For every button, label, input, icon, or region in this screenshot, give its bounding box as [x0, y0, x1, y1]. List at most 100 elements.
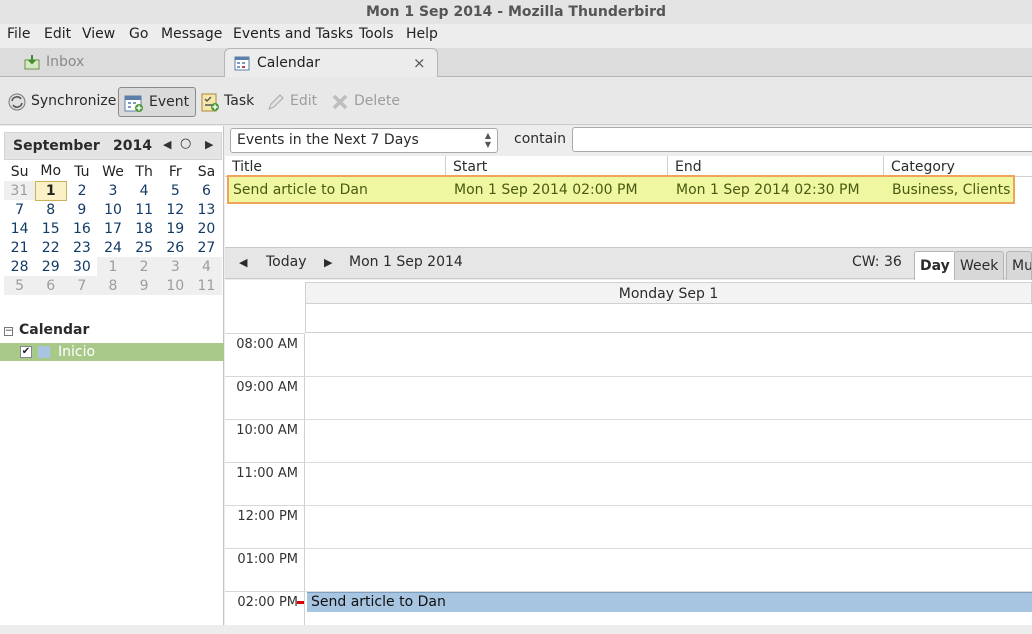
menu-help[interactable]: Help — [406, 26, 438, 42]
calendar-color-swatch — [38, 346, 50, 358]
menu-file[interactable]: File — [7, 26, 30, 42]
weekday-label: Su — [10, 163, 29, 180]
previous-day-icon[interactable]: ◀ — [239, 256, 247, 269]
event-block[interactable]: Send article to Dan — [307, 592, 1032, 612]
next-month-icon[interactable]: ▶ — [205, 138, 213, 151]
event-row-selected[interactable]: Send article to Dan Mon 1 Sep 2014 02:00… — [227, 175, 1015, 204]
calendar-list-item[interactable]: ✔ Inicio — [0, 343, 224, 361]
day-cell[interactable]: 15 — [35, 219, 66, 238]
day-cell[interactable]: 23 — [66, 238, 97, 257]
day-cell[interactable]: 10 — [97, 200, 128, 219]
menu-view[interactable]: View — [82, 26, 115, 42]
time-column: 08:00 AM 09:00 AM 10:00 AM 11:00 AM 12:0… — [225, 333, 305, 625]
day-cell[interactable]: 11 — [190, 276, 222, 295]
tab-week-view[interactable]: Week — [954, 251, 1005, 280]
all-day-area[interactable] — [305, 304, 1032, 333]
calendar-list-header: Calendar — [19, 322, 90, 338]
column-title[interactable]: Title — [225, 156, 446, 177]
day-cell[interactable]: 7 — [4, 200, 35, 219]
tab-calendar-label: Calendar — [257, 55, 320, 71]
day-cell[interactable]: 9 — [66, 200, 97, 219]
day-navigation-bar: ◀ Today ▶ Mon 1 Sep 2014 CW: 36 Day Week… — [225, 247, 1032, 280]
day-cell[interactable]: 11 — [129, 200, 160, 219]
day-cell[interactable]: 12 — [160, 200, 191, 219]
day-cell[interactable]: 7 — [66, 276, 98, 295]
event-filter-dropdown[interactable]: Events in the Next 7 Days ▲ ▼ — [230, 128, 498, 153]
day-cell[interactable]: 29 — [35, 257, 66, 276]
day-cell[interactable]: 25 — [129, 238, 160, 257]
day-cell[interactable]: 2 — [66, 181, 97, 200]
close-tab-icon[interactable]: × — [413, 49, 426, 77]
menu-tools[interactable]: Tools — [359, 26, 394, 42]
event-start: Mon 1 Sep 2014 02:00 PM — [454, 182, 638, 198]
day-cell[interactable]: 4 — [129, 181, 160, 200]
today-button[interactable]: Today — [266, 254, 307, 270]
day-cell[interactable]: 8 — [35, 200, 66, 219]
hour-label: 11:00 AM — [225, 462, 305, 505]
synchronize-button[interactable]: Synchronize — [7, 87, 116, 117]
day-cell[interactable]: 8 — [97, 276, 129, 295]
previous-month-icon[interactable]: ◀ — [163, 138, 171, 151]
event-search-input[interactable] — [572, 127, 1032, 152]
next-day-icon[interactable]: ▶ — [324, 256, 332, 269]
tab-day-view[interactable]: Day — [914, 251, 956, 280]
calendar-icon — [234, 56, 250, 71]
event-category: Business, Clients — [892, 182, 1011, 198]
today-circle-icon[interactable]: ○ — [180, 136, 191, 151]
menu-message[interactable]: Message — [161, 26, 222, 42]
calendar-week-label: CW: 36 — [852, 254, 902, 270]
day-cell[interactable]: 6 — [191, 181, 222, 200]
day-cell[interactable]: 24 — [97, 238, 128, 257]
day-cell[interactable]: 27 — [191, 238, 222, 257]
day-cell[interactable]: 9 — [128, 276, 160, 295]
day-cell[interactable]: 21 — [4, 238, 35, 257]
day-cell[interactable]: 6 — [35, 276, 67, 295]
hour-label: 09:00 AM — [225, 376, 305, 419]
day-cell-today[interactable]: 1 — [34, 180, 67, 201]
menu-edit[interactable]: Edit — [44, 26, 71, 42]
column-start[interactable]: Start — [446, 156, 668, 177]
day-cell[interactable]: 19 — [160, 219, 191, 238]
day-cell[interactable]: 16 — [66, 219, 97, 238]
day-cell[interactable]: 20 — [191, 219, 222, 238]
edit-button[interactable]: Edit — [266, 87, 317, 117]
day-cell[interactable]: 26 — [160, 238, 191, 257]
day-cell[interactable]: 10 — [159, 276, 191, 295]
new-event-button[interactable]: Event — [118, 87, 197, 117]
synchronize-label: Synchronize — [31, 93, 117, 109]
day-cell[interactable]: 14 — [4, 219, 35, 238]
day-cell[interactable]: 3 — [159, 257, 191, 276]
day-cell[interactable]: 31 — [4, 181, 36, 200]
collapse-toggle-icon[interactable]: − — [4, 327, 13, 336]
day-cell[interactable]: 18 — [129, 219, 160, 238]
column-end[interactable]: End — [668, 156, 884, 177]
new-task-button[interactable]: Task — [200, 87, 254, 117]
new-event-icon — [124, 95, 143, 112]
menu-events-and-tasks[interactable]: Events and Tasks — [233, 26, 353, 42]
day-cell[interactable]: 2 — [128, 257, 160, 276]
day-cell[interactable]: 22 — [35, 238, 66, 257]
day-cell[interactable]: 4 — [190, 257, 222, 276]
task-label: Task — [224, 93, 255, 109]
toolbar: Synchronize Event Task Edit Delete — [0, 77, 1032, 125]
dropdown-arrows-icon: ▲ ▼ — [484, 131, 491, 149]
event-title: Send article to Dan — [233, 182, 368, 198]
menu-go[interactable]: Go — [129, 26, 148, 42]
day-cell[interactable]: 28 — [4, 257, 35, 276]
mini-calendar-year[interactable]: 2014 — [113, 138, 152, 154]
mini-calendar-month[interactable]: September — [13, 138, 100, 154]
tab-calendar[interactable]: Calendar × — [224, 48, 438, 78]
day-cell[interactable]: 5 — [4, 276, 36, 295]
current-time-marker — [297, 601, 304, 604]
tab-multiweek-view[interactable]: Mu — [1006, 251, 1032, 280]
day-cell[interactable]: 1 — [97, 257, 129, 276]
calendar-checkbox[interactable]: ✔ — [20, 346, 32, 358]
delete-button[interactable]: Delete — [330, 87, 400, 117]
day-cell[interactable]: 17 — [97, 219, 128, 238]
day-cell[interactable]: 30 — [66, 257, 97, 276]
day-cell[interactable]: 13 — [191, 200, 222, 219]
tab-inbox[interactable]: Inbox — [0, 48, 225, 77]
day-cell[interactable]: 5 — [160, 181, 191, 200]
day-cell[interactable]: 3 — [97, 181, 128, 200]
column-category[interactable]: Category — [884, 156, 1032, 177]
